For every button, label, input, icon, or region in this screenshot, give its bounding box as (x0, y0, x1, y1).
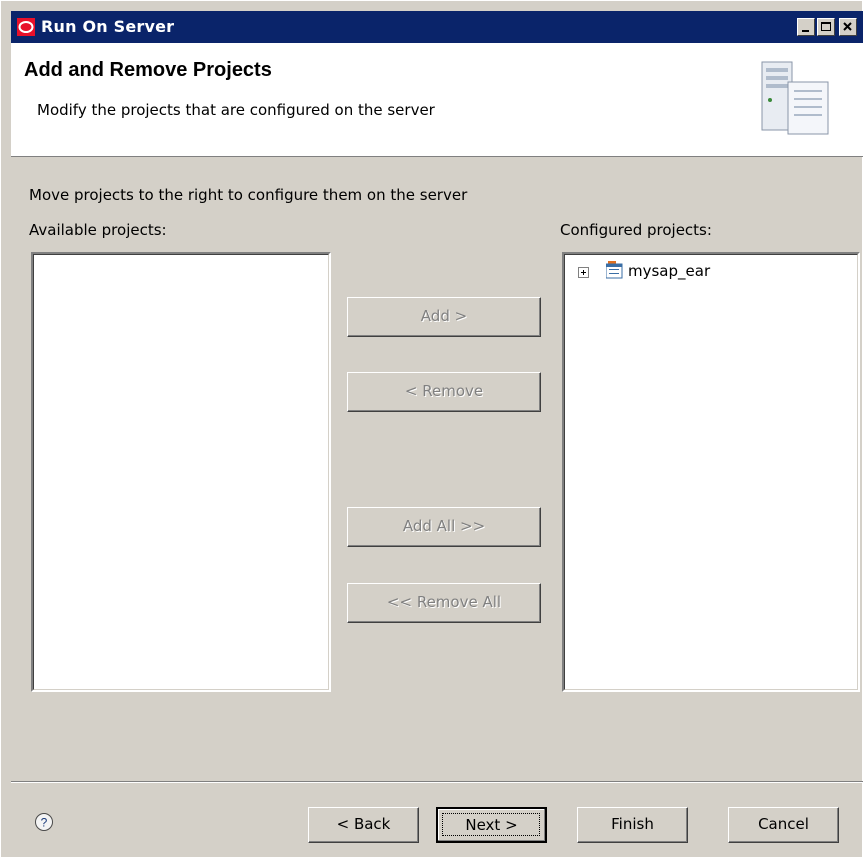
maximize-button[interactable] (817, 18, 835, 36)
configured-projects-label: Configured projects: (560, 221, 712, 239)
remove-all-button[interactable]: << Remove All (347, 583, 541, 623)
page-description: Modify the projects that are configured … (37, 101, 435, 119)
title-bar[interactable]: Run On Server (11, 11, 863, 43)
wizard-header: Add and Remove Projects Modify the proje… (11, 43, 863, 157)
oracle-app-icon (17, 18, 35, 36)
window-title: Run On Server (41, 17, 175, 36)
available-projects-list[interactable] (31, 252, 331, 692)
run-on-server-dialog: Run On Server Add and Remove Projects Mo… (0, 0, 863, 857)
instruction-text: Move projects to the right to configure … (29, 186, 468, 204)
svg-text:?: ? (41, 816, 48, 830)
next-button[interactable]: Next > (436, 807, 547, 843)
tree-item-label: mysap_ear (628, 262, 711, 280)
server-banner-icon (761, 61, 829, 135)
expand-toggle-icon[interactable] (578, 267, 589, 278)
focus-ring (442, 813, 540, 836)
minimize-icon (802, 30, 809, 32)
back-button[interactable]: < Back (308, 807, 419, 843)
help-icon[interactable]: ? (34, 812, 54, 832)
configured-projects-list[interactable]: mysap_ear (562, 252, 860, 692)
add-button[interactable]: Add > (347, 297, 541, 337)
minimize-button[interactable] (797, 18, 815, 36)
wizard-content: Move projects to the right to configure … (11, 157, 863, 781)
remove-button[interactable]: < Remove (347, 372, 541, 412)
maximize-icon (821, 22, 831, 31)
page-title: Add and Remove Projects (24, 59, 272, 81)
close-button[interactable] (839, 18, 857, 36)
footer-separator (11, 781, 863, 783)
ear-project-icon (606, 261, 623, 279)
available-projects-label: Available projects: (29, 221, 167, 239)
add-all-button[interactable]: Add All >> (347, 507, 541, 547)
close-icon (843, 22, 852, 31)
cancel-button[interactable]: Cancel (728, 807, 839, 843)
finish-button[interactable]: Finish (577, 807, 688, 843)
